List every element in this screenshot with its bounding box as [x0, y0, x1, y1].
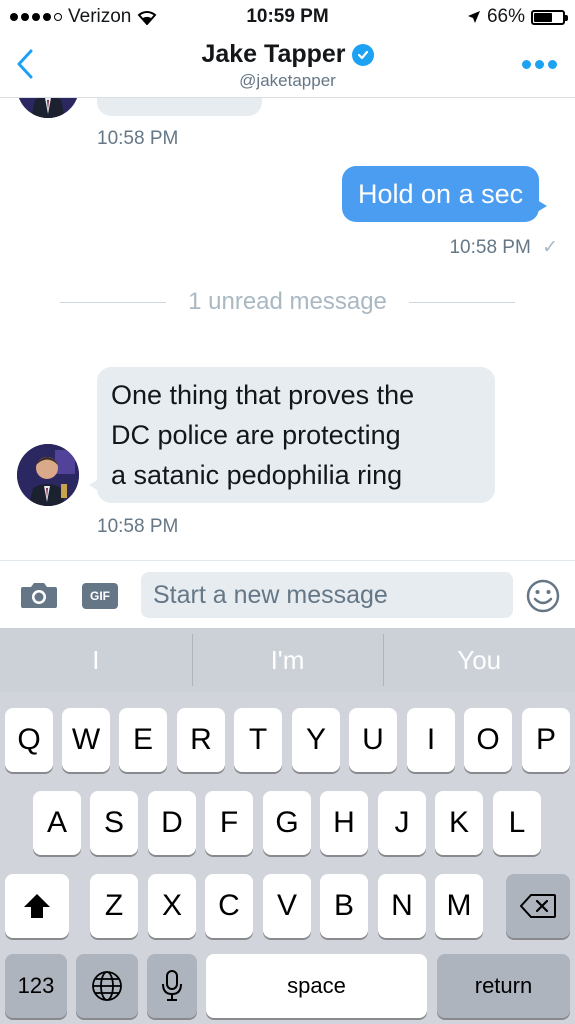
key-t[interactable]: T — [234, 708, 282, 772]
key-c[interactable]: C — [205, 874, 253, 938]
key-u[interactable]: U — [349, 708, 397, 772]
message-timestamp: 10:58 PM — [97, 516, 179, 537]
key-l[interactable]: L — [493, 791, 541, 855]
message-composer: GIF Start a new message — [0, 560, 575, 628]
contact-name: Jake Tapper — [201, 40, 346, 68]
message-bubble-incoming[interactable]: One thing that proves the DC police are … — [89, 367, 495, 503]
key-v[interactable]: V — [263, 874, 311, 938]
suggestion[interactable]: I — [0, 628, 192, 692]
key-g[interactable]: G — [263, 791, 311, 855]
read-check-icon: ✓ — [542, 237, 558, 258]
key-r[interactable]: R — [177, 708, 225, 772]
gif-button[interactable]: GIF — [82, 583, 118, 609]
status-bar: Verizon 10:59 PM 66% — [0, 0, 575, 34]
avatar[interactable] — [17, 444, 79, 506]
predictive-text-bar: I I'm You — [0, 628, 575, 692]
key-i[interactable]: I — [407, 708, 455, 772]
message-bubble-outgoing[interactable]: Hold on a sec — [342, 166, 548, 222]
smiley-icon — [526, 579, 560, 613]
delete-key[interactable] — [506, 874, 570, 938]
back-button[interactable] — [10, 46, 40, 82]
backspace-icon — [520, 894, 556, 918]
unread-divider: 1 unread message — [60, 288, 516, 316]
camera-icon — [21, 583, 57, 608]
suggestion[interactable]: I'm — [191, 628, 384, 692]
unread-label: 1 unread message — [188, 288, 387, 315]
key-w[interactable]: W — [62, 708, 110, 772]
shift-icon — [24, 894, 50, 918]
message-input[interactable]: Start a new message — [141, 572, 513, 618]
key-o[interactable]: O — [464, 708, 512, 772]
signal-strength-icon — [10, 13, 62, 21]
message-timestamp: 10:58 PM — [97, 128, 179, 149]
key-h[interactable]: H — [320, 791, 368, 855]
key-z[interactable]: Z — [90, 874, 138, 938]
key-y[interactable]: Y — [292, 708, 340, 772]
message-list[interactable]: 10:58 PM Hold on a sec 10:58 PM ✓ 1 unre… — [0, 98, 575, 558]
key-e[interactable]: E — [119, 708, 167, 772]
verified-badge-icon — [351, 43, 374, 66]
dictation-key[interactable] — [147, 954, 197, 1018]
message-bubble-incoming[interactable] — [97, 98, 262, 116]
globe-key[interactable] — [76, 954, 138, 1018]
message-timestamp: 10:58 PM ✓ — [449, 237, 558, 258]
message-text: Hold on a sec — [358, 178, 524, 209]
camera-button[interactable] — [20, 581, 58, 609]
more-dots-icon — [522, 60, 531, 69]
carrier-name: Verizon — [68, 6, 132, 27]
emoji-button[interactable] — [525, 578, 561, 614]
return-key[interactable]: return — [437, 954, 570, 1018]
key-m[interactable]: M — [435, 874, 483, 938]
wifi-icon — [137, 11, 157, 25]
carrier-area: Verizon — [10, 6, 157, 28]
conversation-header: Jake Tapper @jaketapper — [0, 34, 575, 98]
contact-title[interactable]: Jake Tapper @jaketapper — [201, 40, 374, 91]
key-x[interactable]: X — [148, 874, 196, 938]
key-a[interactable]: A — [33, 791, 81, 855]
suggestion[interactable]: You — [383, 628, 575, 692]
key-q[interactable]: Q — [5, 708, 53, 772]
key-n[interactable]: N — [378, 874, 426, 938]
space-key[interactable]: space — [206, 954, 427, 1018]
contact-handle: @jaketapper — [239, 71, 336, 90]
key-s[interactable]: S — [90, 791, 138, 855]
battery-icon — [531, 9, 568, 25]
location-arrow-icon — [467, 11, 480, 23]
message-input-placeholder: Start a new message — [153, 580, 388, 609]
key-k[interactable]: K — [435, 791, 483, 855]
chevron-left-icon — [17, 49, 33, 79]
shift-key[interactable] — [5, 874, 69, 938]
key-p[interactable]: P — [522, 708, 570, 772]
avatar[interactable] — [17, 98, 79, 118]
message-text-line: One thing that proves the — [111, 380, 415, 410]
key-j[interactable]: J — [378, 791, 426, 855]
globe-icon — [92, 971, 122, 1001]
keyboard: Q W E R T Y U I O P A S D F G H J K L Z … — [0, 692, 575, 1024]
key-f[interactable]: F — [205, 791, 253, 855]
battery-percent: 66% — [486, 6, 525, 27]
message-text-line: a satanic pedophilia ring — [111, 460, 403, 490]
key-b[interactable]: B — [320, 874, 368, 938]
microphone-icon — [162, 970, 182, 1001]
status-right: 66% — [467, 6, 568, 28]
more-options-button[interactable] — [522, 60, 557, 69]
numbers-key[interactable]: 123 — [5, 954, 67, 1018]
message-text-line: DC police are protecting — [111, 420, 401, 450]
key-d[interactable]: D — [148, 791, 196, 855]
